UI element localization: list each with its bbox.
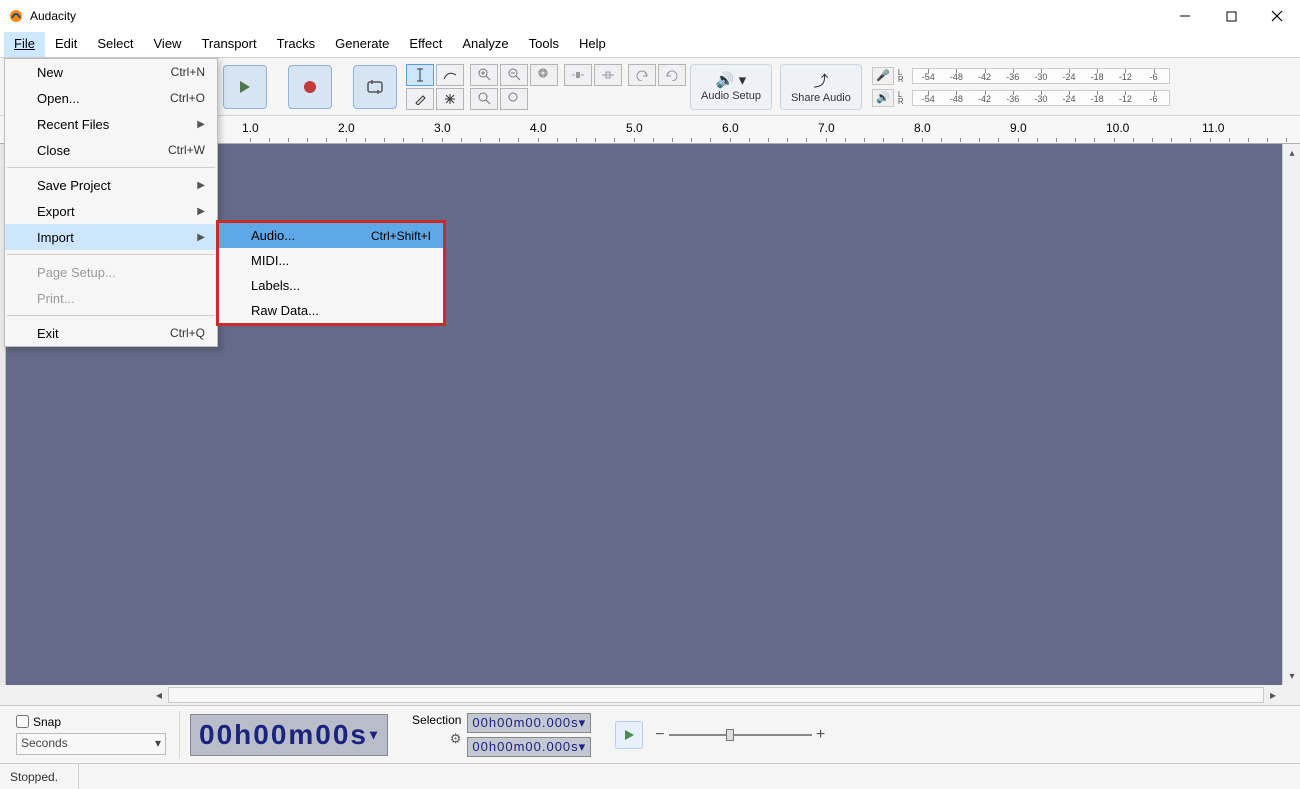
meter-lr-label: LR [898,69,908,83]
snap-label: Snap [33,715,61,729]
playback-meter[interactable]: -54-48-42-36-30-24-18-12-6 [912,90,1170,106]
undo-tools [628,64,686,110]
edit-clip-tools [564,64,622,110]
edit-tools [406,64,464,110]
scroll-left-icon[interactable]: ◂ [150,686,168,704]
file-page-setup[interactable]: Page Setup... [5,259,217,285]
menu-tools[interactable]: Tools [519,32,569,57]
menu-file[interactable]: File [4,32,45,57]
minimize-button[interactable] [1162,0,1208,32]
fit-project-button[interactable] [470,88,498,110]
selection-end[interactable]: 00h00m00.000s▾ [467,737,591,757]
maximize-button[interactable] [1208,0,1254,32]
menu-bar: File Edit Select View Transport Tracks G… [0,32,1300,58]
scroll-up-icon[interactable]: ▴ [1283,144,1300,162]
record-button[interactable] [288,65,332,109]
snap-check-input[interactable] [16,715,29,728]
zoom-tools [470,64,558,110]
file-new[interactable]: NewCtrl+N [5,59,217,85]
scroll-right-icon[interactable]: ▸ [1264,686,1282,704]
speed-minus-icon: − [655,726,664,744]
silence-button[interactable] [594,64,622,86]
menu-generate[interactable]: Generate [325,32,399,57]
selection-settings-icon[interactable]: ⚙ [450,731,462,747]
import-submenu: Audio...Ctrl+Shift+I MIDI... Labels... R… [216,220,446,326]
file-import[interactable]: Import▶ [5,224,217,250]
selection-label: Selection [412,713,461,727]
play-button[interactable] [223,65,267,109]
import-midi[interactable]: MIDI... [219,248,443,273]
snap-panel: Snap Seconds▾ [10,711,180,759]
playback-meter-icon[interactable]: 🔊 [872,89,894,107]
undo-button[interactable] [628,64,656,86]
envelope-tool[interactable] [436,64,464,86]
time-position-display[interactable]: 00h00m00s▾ [190,714,388,756]
play-at-speed-button[interactable] [615,721,643,749]
trim-button[interactable] [564,64,592,86]
menu-view[interactable]: View [144,32,192,57]
speed-plus-icon: + [816,726,825,744]
zoom-out-button[interactable] [500,64,528,86]
multi-tool[interactable] [436,88,464,110]
share-audio-button[interactable]: ⤴ Share Audio [780,64,862,110]
menu-edit[interactable]: Edit [45,32,87,57]
file-menu-dropdown: NewCtrl+N Open...Ctrl+O Recent Files▶ Cl… [4,58,218,347]
import-audio[interactable]: Audio...Ctrl+Shift+I [219,223,443,248]
file-recent[interactable]: Recent Files▶ [5,111,217,137]
status-state: Stopped. [10,764,79,789]
file-open[interactable]: Open...Ctrl+O [5,85,217,111]
playback-speed-slider[interactable]: − + [655,726,825,744]
file-print[interactable]: Print... [5,285,217,311]
horizontal-scrollbar[interactable]: ◂ ▸ [0,685,1300,705]
file-save-project[interactable]: Save Project▶ [5,172,217,198]
record-meter-icon[interactable]: 🎤 [872,67,894,85]
scroll-track[interactable] [168,687,1264,703]
menu-analyze[interactable]: Analyze [452,32,518,57]
menu-effect[interactable]: Effect [399,32,452,57]
menu-transport[interactable]: Transport [191,32,266,57]
zoom-toggle-button[interactable] [500,88,528,110]
share-icon: ⤴ [813,70,828,91]
selection-start[interactable]: 00h00m00.000s▾ [467,713,591,733]
title-bar: Audacity [0,0,1300,32]
zoom-in-button[interactable] [470,64,498,86]
snap-checkbox[interactable]: Snap [16,715,173,729]
window-title: Audacity [30,9,76,23]
import-labels[interactable]: Labels... [219,273,443,298]
window-controls [1162,0,1300,32]
loop-button[interactable] [353,65,397,109]
redo-button[interactable] [658,64,686,86]
close-button[interactable] [1254,0,1300,32]
meters: 🎤 LR -54-48-42-36-30-24-18-12-6 🔊 LR -54… [872,67,1170,107]
app-logo-icon [8,8,24,24]
speaker-icon: 🔊 ▾ [716,71,746,89]
audio-setup-button[interactable]: 🔊 ▾ Audio Setup [690,64,772,110]
menu-select[interactable]: Select [87,32,143,57]
vertical-scrollbar[interactable]: ▴ ▾ [1282,144,1300,685]
file-exit[interactable]: ExitCtrl+Q [5,320,217,346]
status-bar: Stopped. [0,763,1300,789]
snap-unit-select[interactable]: Seconds▾ [16,733,166,755]
bottom-toolbar: Snap Seconds▾ 00h00m00s▾ Selection ⚙ 00h… [0,705,1300,763]
selection-tool[interactable] [406,64,434,86]
menu-tracks[interactable]: Tracks [267,32,326,57]
scroll-down-icon[interactable]: ▾ [1283,667,1300,685]
file-export[interactable]: Export▶ [5,198,217,224]
meter-lr-label: LR [898,91,908,105]
draw-tool[interactable] [406,88,434,110]
file-close[interactable]: CloseCtrl+W [5,137,217,163]
audio-setup-label: Audio Setup [701,90,761,102]
selection-panel: Selection ⚙ 00h00m00.000s▾ 00h00m00.000s… [412,713,591,757]
fit-selection-button[interactable] [530,64,558,86]
share-audio-label: Share Audio [791,92,851,104]
import-raw[interactable]: Raw Data... [219,298,443,323]
menu-help[interactable]: Help [569,32,616,57]
record-meter[interactable]: -54-48-42-36-30-24-18-12-6 [912,68,1170,84]
